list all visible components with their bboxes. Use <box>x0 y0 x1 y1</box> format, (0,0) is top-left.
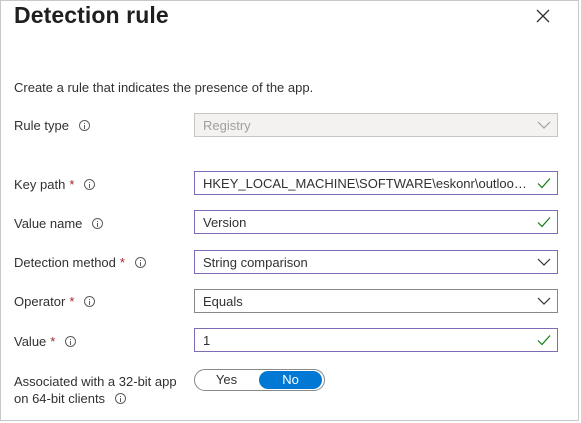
checkmark-icon <box>537 217 551 228</box>
info-icon[interactable] <box>84 179 96 190</box>
info-icon[interactable] <box>115 393 127 404</box>
panel-title: Detection rule <box>14 2 169 28</box>
chevron-down-icon <box>537 121 551 129</box>
checkmark-icon <box>537 178 551 189</box>
detection-method-label: Detection method * <box>14 255 146 270</box>
info-icon[interactable] <box>84 296 96 307</box>
info-icon[interactable] <box>134 257 146 268</box>
operator-select[interactable]: Equals <box>194 289 558 313</box>
chevron-down-icon <box>537 258 551 266</box>
toggle-option-yes[interactable]: Yes <box>195 371 258 389</box>
associated-32bit-toggle[interactable]: Yes No <box>194 369 325 391</box>
detection-method-select[interactable]: String comparison <box>194 250 558 274</box>
detection-rule-panel: Detection rule Create a rule that indica… <box>0 0 579 421</box>
value-input[interactable]: 1 <box>194 328 558 352</box>
operator-label: Operator * <box>14 294 96 309</box>
key-path-label: Key path * <box>14 177 96 192</box>
value-name-label: Value name <box>14 216 104 231</box>
info-icon[interactable] <box>92 218 104 229</box>
value-label: Value * <box>14 334 77 349</box>
info-icon[interactable] <box>78 120 90 131</box>
rule-type-select[interactable]: Registry <box>194 113 558 137</box>
close-icon[interactable] <box>534 7 552 25</box>
rule-type-label: Rule type <box>14 118 90 133</box>
info-icon[interactable] <box>65 336 77 347</box>
intro-text: Create a rule that indicates the presenc… <box>14 80 314 95</box>
value-name-input[interactable]: Version <box>194 210 558 234</box>
key-path-input[interactable]: HKEY_LOCAL_MACHINE\SOFTWARE\eskonr\outlo… <box>194 171 558 195</box>
checkmark-icon <box>537 335 551 346</box>
associated-32bit-label: Associated with a 32-bit app on 64-bit c… <box>14 374 177 406</box>
chevron-down-icon <box>537 297 551 305</box>
toggle-option-no[interactable]: No <box>259 371 322 389</box>
